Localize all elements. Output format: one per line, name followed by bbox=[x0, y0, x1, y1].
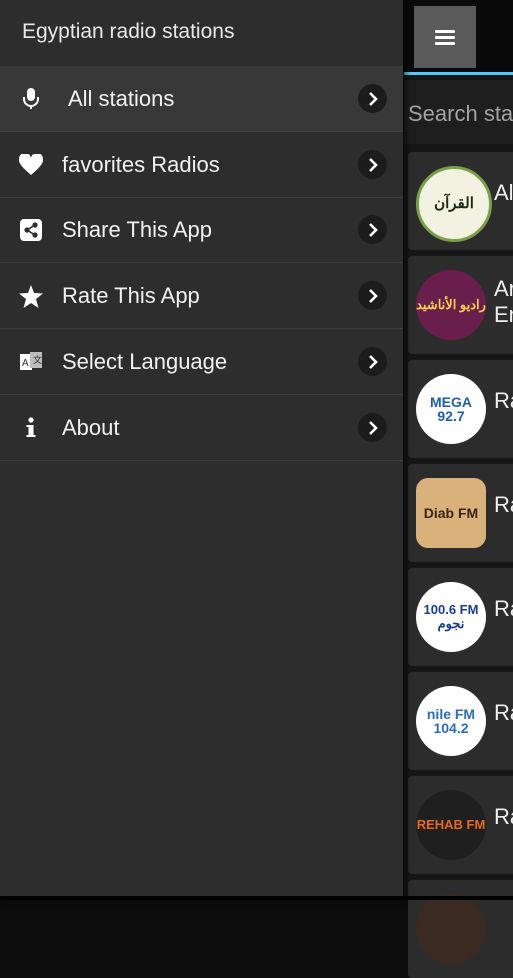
info-icon bbox=[18, 415, 44, 441]
menu-item-about[interactable]: About bbox=[0, 395, 403, 461]
svg-text:文: 文 bbox=[33, 354, 42, 365]
station-card[interactable]: REHAB FM Ra bbox=[408, 776, 513, 874]
station-logo: Diab FM bbox=[416, 478, 486, 548]
station-logo: REHAB FM bbox=[416, 790, 486, 860]
station-card[interactable]: القرآن Al bbox=[408, 152, 513, 250]
menu-item-share[interactable]: Share This App bbox=[0, 197, 403, 263]
station-logo: القرآن bbox=[416, 166, 492, 242]
station-name: Ra bbox=[494, 700, 513, 725]
station-logo: راديو الأناشيد bbox=[416, 270, 486, 340]
station-name: Ra bbox=[494, 596, 513, 621]
station-card[interactable] bbox=[408, 880, 513, 978]
hamburger-menu-icon bbox=[435, 29, 455, 45]
bottom-edge bbox=[0, 896, 513, 900]
station-logo: nile FM 104.2 bbox=[416, 686, 486, 756]
navigation-drawer: Egyptian radio stations All stations fav… bbox=[0, 0, 403, 900]
chevron-right-icon bbox=[358, 413, 387, 442]
station-logo-text: MEGA 92.7 bbox=[430, 394, 472, 424]
station-logo-text: nile FM 104.2 bbox=[426, 706, 476, 736]
share-icon bbox=[18, 217, 44, 243]
station-name: Ra bbox=[494, 492, 513, 517]
menu-item-favorites[interactable]: favorites Radios bbox=[0, 132, 403, 198]
station-logo-text: القرآن bbox=[434, 195, 474, 212]
station-card[interactable]: Diab FM Ra bbox=[408, 464, 513, 562]
menu-item-label: Share This App bbox=[62, 217, 213, 242]
menu-item-label: Select Language bbox=[62, 349, 228, 374]
station-card[interactable]: nile FM 104.2 Ra bbox=[408, 672, 513, 770]
menu-item-label: All stations bbox=[68, 86, 175, 111]
station-logo-text: Diab FM bbox=[423, 505, 479, 521]
microphone-icon bbox=[18, 86, 44, 112]
star-icon bbox=[18, 283, 44, 309]
chevron-right-icon bbox=[358, 215, 387, 244]
heart-icon bbox=[18, 152, 44, 178]
station-name: Ra bbox=[494, 804, 513, 829]
station-logo-text: 100.6 FM نجوم bbox=[423, 602, 479, 631]
menu-item-rate[interactable]: Rate This App bbox=[0, 263, 403, 329]
menu-button[interactable] bbox=[414, 6, 476, 68]
station-name: Ar En bbox=[494, 276, 513, 327]
toolbar-accent-line bbox=[404, 72, 513, 75]
station-logo-text: راديو الأناشيد bbox=[416, 297, 486, 312]
language-icon: A文 bbox=[18, 349, 44, 375]
chevron-right-icon bbox=[358, 84, 387, 113]
station-card[interactable]: راديو الأناشيد Ar En bbox=[408, 256, 513, 354]
station-logo-text: REHAB FM bbox=[416, 817, 486, 832]
menu-item-language[interactable]: A文 Select Language bbox=[0, 329, 403, 395]
station-name: Ra bbox=[494, 388, 513, 413]
chevron-right-icon bbox=[358, 281, 387, 310]
svg-text:A: A bbox=[22, 358, 29, 369]
chevron-right-icon bbox=[358, 347, 387, 376]
station-name: Al bbox=[494, 180, 513, 205]
search-input[interactable] bbox=[406, 98, 513, 130]
menu-item-label: Rate This App bbox=[62, 283, 200, 308]
station-card[interactable]: MEGA 92.7 Ra bbox=[408, 360, 513, 458]
menu-item-label: favorites Radios bbox=[62, 152, 220, 177]
chevron-right-icon bbox=[358, 150, 387, 179]
drawer-title: Egyptian radio stations bbox=[22, 20, 235, 43]
menu-item-label: About bbox=[62, 415, 120, 440]
station-card[interactable]: 100.6 FM نجوم Ra bbox=[408, 568, 513, 666]
search-bar bbox=[404, 80, 513, 144]
station-logo: 100.6 FM نجوم bbox=[416, 582, 486, 652]
station-logo: MEGA 92.7 bbox=[416, 374, 486, 444]
menu-item-all-stations[interactable]: All stations bbox=[0, 66, 403, 132]
station-logo bbox=[416, 894, 486, 964]
